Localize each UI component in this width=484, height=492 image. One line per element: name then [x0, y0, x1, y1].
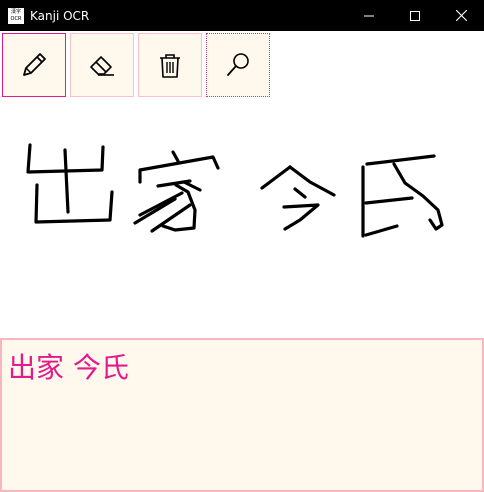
minimize-icon: [364, 15, 374, 16]
title-bar[interactable]: 漢字 OCR Kanji OCR: [0, 0, 484, 31]
stroke: [138, 191, 184, 217]
magnifier-icon: [227, 53, 249, 76]
stroke: [392, 162, 444, 231]
pencil-icon: [23, 53, 46, 76]
maximize-button[interactable]: [392, 0, 438, 31]
stroke: [260, 165, 292, 190]
recognize-tool-button[interactable]: [206, 33, 270, 97]
stroke: [171, 150, 180, 163]
app-icon-bottom-text: OCR: [10, 15, 22, 22]
maximize-icon: [410, 10, 420, 21]
clear-tool-button[interactable]: [138, 33, 202, 97]
stroke: [63, 148, 70, 214]
stroke: [282, 203, 320, 231]
stroke: [364, 196, 414, 205]
stroke: [34, 183, 114, 224]
app-icon-top-text: 漢字: [10, 8, 21, 15]
trash-icon: [160, 54, 180, 78]
app-window: 漢字 OCR Kanji OCR 出家 今氏: [0, 0, 484, 492]
stroke: [161, 183, 197, 232]
stroke: [182, 180, 202, 192]
window-controls: [346, 0, 484, 31]
close-button[interactable]: [438, 0, 484, 31]
toolbar: [2, 33, 274, 97]
eraser-tool-button[interactable]: [70, 33, 134, 97]
pen-tool-button[interactable]: [2, 33, 66, 97]
recognized-text: 出家 今氏: [8, 351, 129, 384]
minimize-button[interactable]: [346, 0, 392, 31]
drawing-canvas[interactable]: [0, 100, 484, 337]
app-icon: 漢字 OCR: [8, 7, 24, 24]
recognition-result-panel[interactable]: 出家 今氏: [0, 338, 484, 492]
eraser-icon: [90, 56, 114, 76]
stroke: [365, 154, 436, 166]
close-icon: [455, 10, 467, 21]
stroke: [293, 187, 307, 199]
stroke: [364, 224, 399, 237]
window-title: Kanji OCR: [30, 8, 90, 23]
